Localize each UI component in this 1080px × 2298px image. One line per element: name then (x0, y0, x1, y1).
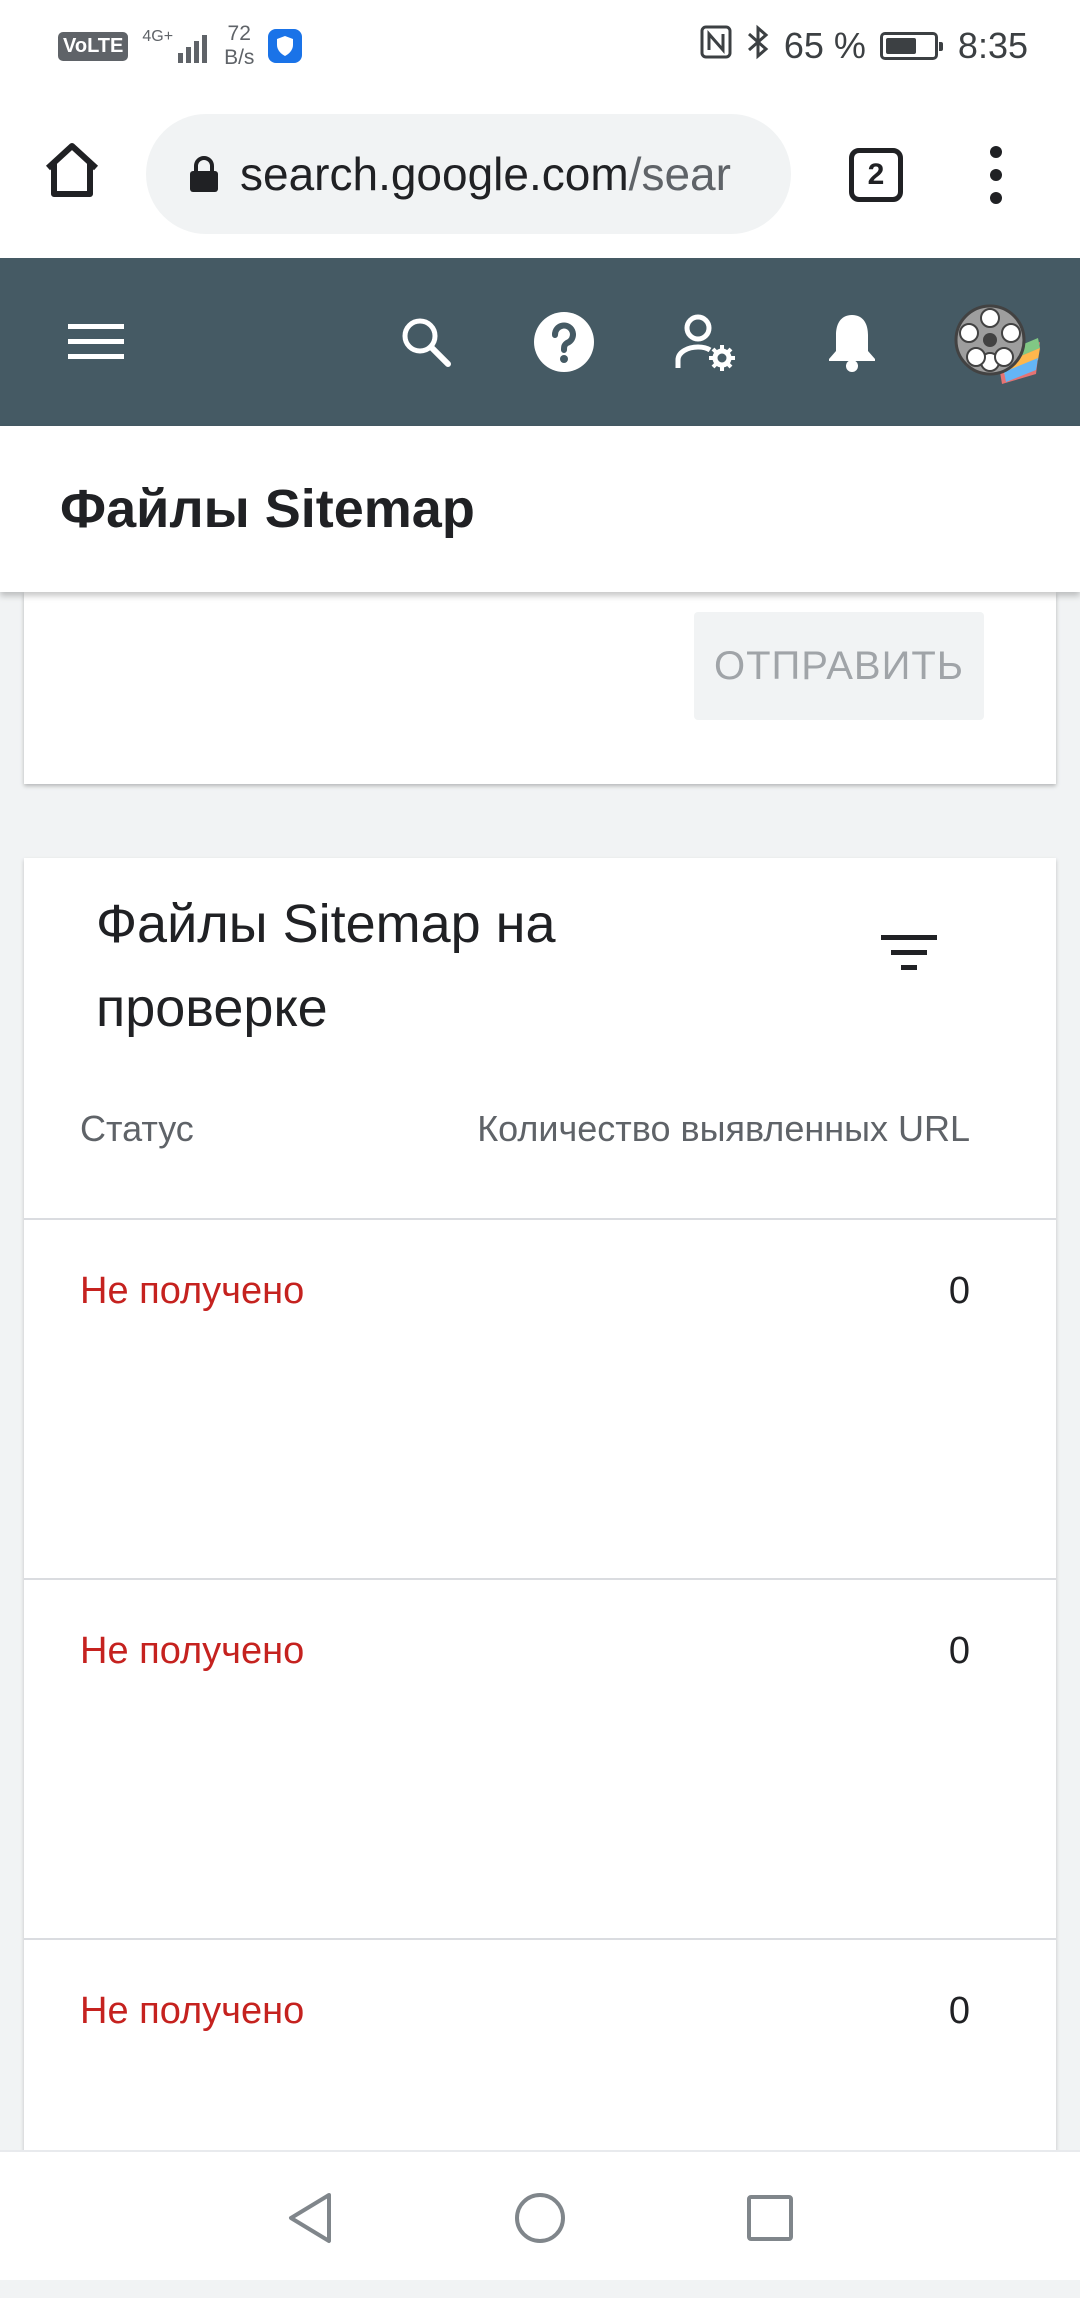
battery-percent: 65 % (783, 25, 866, 66)
net-speed-unit: B/s (224, 46, 255, 69)
signal-icon: 4G+ (142, 29, 210, 63)
table-row[interactable]: Не получено 0 (24, 1578, 1056, 1938)
column-header-url-count[interactable]: Количество выявленных URL (477, 1108, 970, 1150)
more-vert-icon (990, 146, 1002, 204)
notifications-icon (829, 315, 875, 372)
user-settings-button[interactable] (664, 300, 748, 384)
url-path: /sear (628, 148, 731, 200)
column-header-status[interactable]: Статус (80, 1108, 194, 1150)
add-sitemap-card: ОТПРАВИТЬ (24, 592, 1056, 784)
url-host: search.google.com (240, 148, 629, 200)
filter-button[interactable] (874, 918, 944, 988)
lock-icon (190, 156, 218, 192)
app-header (0, 258, 1080, 426)
network-type: 4G+ (142, 28, 174, 45)
row-status: Не получено (80, 1270, 305, 1312)
shield-icon (268, 29, 303, 63)
avatar[interactable] (950, 298, 1042, 388)
user-settings-icon (675, 314, 735, 371)
volte-indicator: VoLTE (58, 31, 129, 61)
browser-menu-button[interactable] (974, 142, 1018, 208)
row-status: Не получено (80, 1630, 305, 1672)
tab-switcher-button[interactable]: 2 (849, 148, 903, 202)
help-icon (534, 312, 594, 372)
page-title: Файлы Sitemap (60, 479, 475, 539)
row-url-count: 0 (948, 1630, 970, 1672)
submit-button[interactable]: ОТПРАВИТЬ (694, 612, 984, 720)
sitemaps-card: Файлы Sitemap на проверке Статус Количес… (24, 858, 1056, 2158)
home-icon (45, 143, 99, 197)
recents-button[interactable] (738, 2186, 802, 2250)
status-right: 65 % 8:35 (700, 24, 1028, 69)
net-speed: 72 B/s (224, 22, 254, 70)
help-button[interactable] (522, 300, 606, 384)
table-row[interactable]: Не получено 0 (24, 1218, 1056, 1578)
row-url-count: 0 (948, 1270, 970, 1312)
back-button[interactable] (278, 2186, 342, 2250)
status-left: VoLTE 4G+ 72 B/s (58, 22, 303, 70)
home-circle-icon (515, 2193, 565, 2243)
clock: 8:35 (957, 25, 1028, 66)
browser-toolbar: search.google.com/sear 2 (0, 92, 1080, 258)
home-nav-button[interactable] (508, 2186, 572, 2250)
tab-count: 2 (867, 158, 885, 191)
back-triangle-icon (289, 2193, 331, 2243)
bluetooth-icon (746, 24, 770, 69)
notifications-button[interactable] (810, 300, 894, 384)
net-speed-value: 72 (227, 22, 251, 45)
film-reel-avatar-icon (954, 304, 1040, 384)
filter-icon (881, 935, 937, 970)
page-title-bar: Файлы Sitemap (0, 426, 1080, 592)
search-icon (402, 318, 451, 367)
nfc-icon (700, 25, 732, 68)
row-url-count: 0 (948, 1990, 970, 2032)
menu-button[interactable] (54, 300, 138, 384)
recents-square-icon (747, 2195, 793, 2241)
battery-fill (885, 38, 916, 54)
system-nav-bar (0, 2150, 1080, 2280)
home-button[interactable] (40, 138, 104, 202)
sitemaps-card-title: Файлы Sitemap на проверке (96, 894, 556, 1038)
status-bar: VoLTE 4G+ 72 B/s 65 % 8:35 (0, 0, 1080, 92)
row-status: Не получено (80, 1990, 305, 2032)
address-bar[interactable]: search.google.com/sear (146, 114, 791, 234)
search-button[interactable] (384, 300, 468, 384)
battery-icon (879, 32, 943, 60)
menu-icon (68, 324, 124, 359)
